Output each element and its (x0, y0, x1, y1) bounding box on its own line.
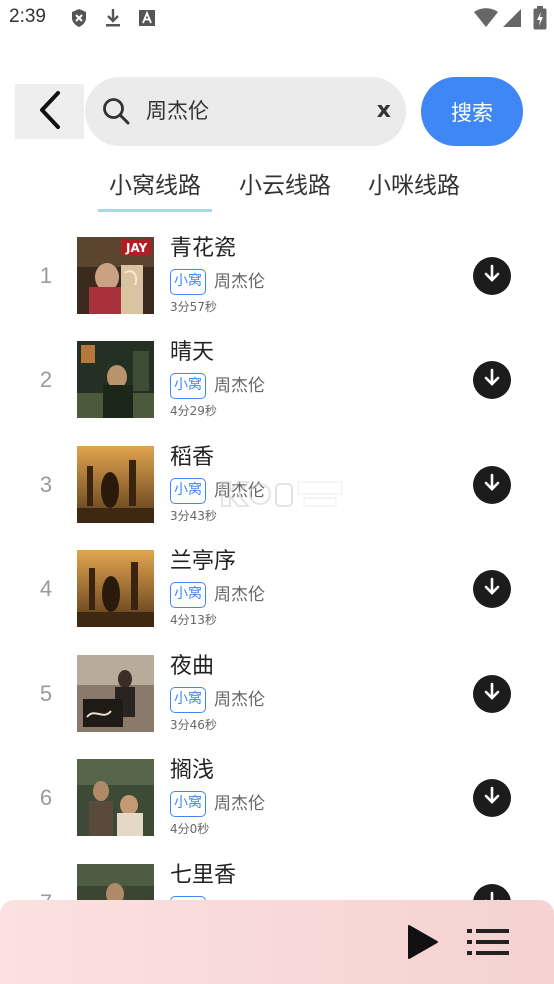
download-button[interactable] (473, 361, 511, 399)
song-artist: 周杰伦 (214, 690, 265, 710)
arrow-down-icon (482, 786, 502, 810)
download-button[interactable] (473, 257, 511, 295)
signal-icon (502, 8, 522, 32)
song-row[interactable]: 1 JAY 青花瓷 小窝 周杰伦 3分57秒 (0, 225, 554, 329)
search-button[interactable]: 搜索 (421, 77, 523, 146)
album-cover (77, 864, 154, 900)
song-title: 晴天 (170, 340, 215, 365)
song-index: 3 (39, 472, 53, 497)
arrow-down-icon (482, 368, 502, 392)
song-title: 夜曲 (170, 654, 215, 679)
tab-xiaomi[interactable]: 小咪线路 (357, 168, 471, 208)
wifi-icon (474, 8, 498, 32)
song-artist: 周杰伦 (214, 272, 265, 292)
shield-icon (70, 8, 88, 32)
arrow-down-icon (482, 264, 502, 288)
song-duration: 4分29秒 (170, 404, 217, 418)
source-badge: 小窝 (170, 582, 206, 608)
song-duration: 4分13秒 (170, 613, 217, 627)
download-button[interactable] (473, 466, 511, 504)
source-badge: 小窝 (170, 373, 206, 399)
song-duration: 3分43秒 (170, 509, 217, 523)
song-artist: 周杰伦 (214, 376, 265, 396)
song-row[interactable]: 2 晴天 小窝 周杰伦 4分29秒 (0, 329, 554, 433)
download-button[interactable] (473, 779, 511, 817)
song-artist: 周杰伦 (214, 585, 265, 605)
song-row[interactable]: 4 兰亭序 小窝 周杰伦 4分13秒 (0, 538, 554, 642)
song-list[interactable]: 1 JAY 青花瓷 小窝 周杰伦 3分57秒 2 晴天 小窝 周杰伦 4分29秒… (0, 225, 554, 900)
search-query: 周杰伦 (146, 99, 209, 123)
song-row[interactable]: 6 搁浅 小窝 周杰伦 4分0秒 (0, 747, 554, 851)
song-duration: 3分46秒 (170, 718, 217, 732)
source-badge: 小窝 (170, 478, 206, 504)
tab-underline (98, 209, 212, 212)
source-badge: 小窝 (170, 687, 206, 713)
download-button[interactable] (473, 570, 511, 608)
arrow-down-icon (482, 473, 502, 497)
song-index: 1 (39, 263, 53, 288)
download-icon (104, 8, 122, 32)
search-icon (102, 97, 130, 129)
search-input[interactable]: 周杰伦 x (85, 77, 406, 146)
tab-xiaowo[interactable]: 小窝线路 (98, 168, 212, 208)
song-index: 2 (39, 367, 53, 392)
battery-charging-icon (533, 6, 547, 34)
song-index: 5 (39, 681, 53, 706)
song-row[interactable]: 7 七里香 小窝 (0, 852, 554, 900)
album-cover (77, 341, 154, 418)
album-cover: JAY (77, 237, 154, 314)
song-title: 兰亭序 (170, 549, 237, 574)
song-row[interactable]: 5 夜曲 小窝 周杰伦 3分46秒 (0, 643, 554, 747)
source-badge: 小窝 (170, 791, 206, 817)
arrow-down-icon (482, 682, 502, 706)
player-bar (0, 900, 554, 984)
song-index: 6 (39, 785, 53, 810)
album-cover (77, 446, 154, 523)
back-button[interactable] (15, 84, 84, 139)
song-index: 7 (30, 890, 62, 900)
song-index: 4 (39, 576, 53, 601)
playlist-icon (467, 929, 509, 961)
play-icon (405, 925, 441, 965)
download-button[interactable] (473, 675, 511, 713)
play-button[interactable] (405, 923, 441, 961)
svg-text:JAY: JAY (125, 241, 148, 255)
status-time: 2:39 (9, 6, 46, 27)
arrow-down-icon (482, 577, 502, 601)
status-bar: 2:39 (0, 0, 554, 36)
tab-xiaoyun[interactable]: 小云线路 (228, 168, 342, 208)
song-duration: 4分0秒 (170, 822, 210, 836)
song-duration: 3分57秒 (170, 300, 217, 314)
album-cover (77, 759, 154, 836)
font-icon (138, 8, 156, 32)
chevron-left-icon (37, 90, 63, 134)
song-title: 七里香 (170, 863, 237, 888)
song-title: 青花瓷 (170, 236, 237, 261)
album-cover (77, 655, 154, 732)
download-button[interactable] (473, 884, 511, 900)
source-badge: 小窝 (170, 269, 206, 295)
song-artist: 周杰伦 (214, 794, 265, 814)
clear-button[interactable]: x (377, 97, 391, 125)
watermark-logo (218, 474, 344, 514)
song-title: 稻香 (170, 445, 215, 470)
playlist-button[interactable] (467, 927, 509, 957)
song-title: 搁浅 (170, 758, 215, 783)
album-cover (77, 550, 154, 627)
arrow-down-icon (482, 891, 502, 900)
